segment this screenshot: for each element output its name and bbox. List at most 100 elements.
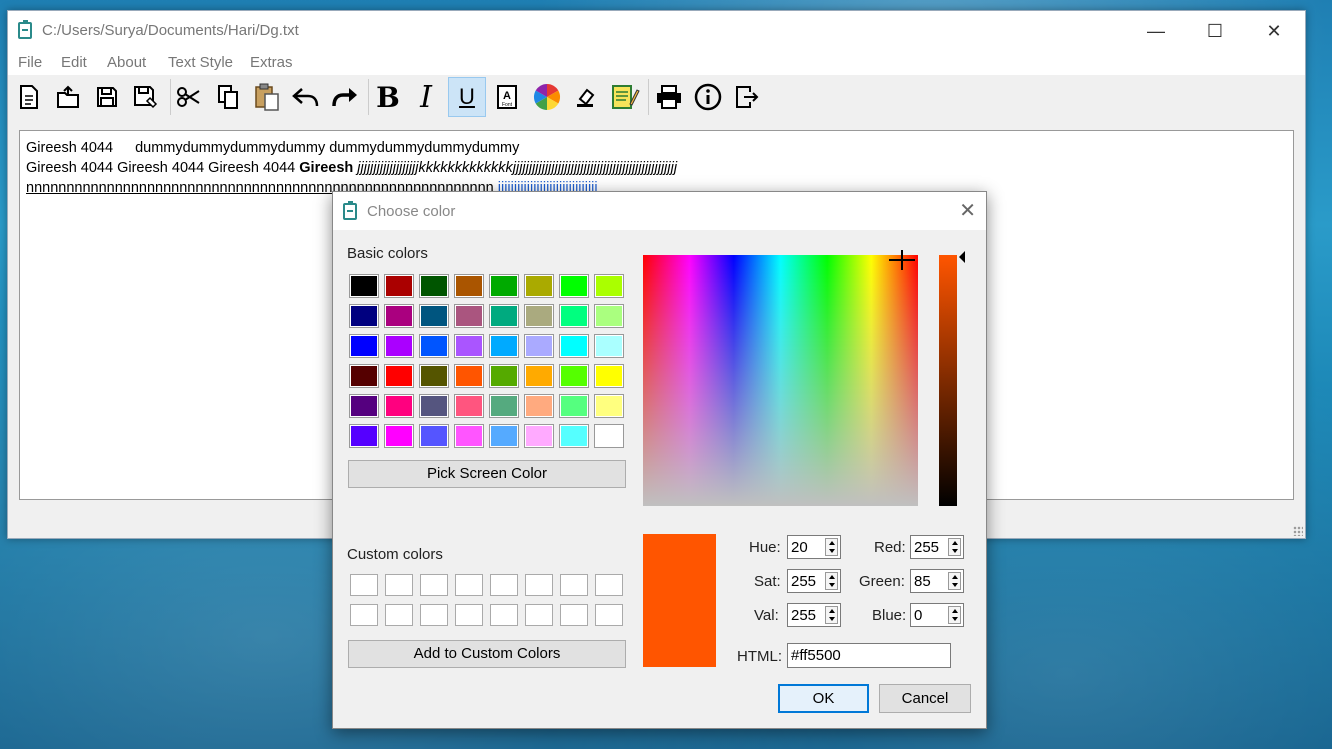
basic-color-swatch[interactable] bbox=[419, 394, 449, 418]
spin-arrows-icon[interactable] bbox=[825, 572, 838, 590]
custom-color-swatch[interactable] bbox=[525, 574, 553, 596]
basic-color-swatch[interactable] bbox=[559, 334, 589, 358]
window-titlebar[interactable]: C:/Users/Surya/Documents/Hari/Dg.txt — ☐… bbox=[8, 11, 1305, 51]
basic-color-swatch[interactable] bbox=[524, 424, 554, 448]
menu-edit[interactable]: Edit bbox=[61, 54, 87, 71]
menu-extras[interactable]: Extras bbox=[250, 54, 293, 71]
basic-color-swatch[interactable] bbox=[559, 274, 589, 298]
basic-color-swatch[interactable] bbox=[489, 304, 519, 328]
basic-color-swatch[interactable] bbox=[594, 364, 624, 388]
basic-color-swatch[interactable] bbox=[419, 274, 449, 298]
color-wheel-icon[interactable] bbox=[531, 81, 563, 113]
basic-color-swatch[interactable] bbox=[559, 394, 589, 418]
basic-color-swatch[interactable] bbox=[489, 274, 519, 298]
custom-color-swatch[interactable] bbox=[350, 574, 378, 596]
custom-color-swatch[interactable] bbox=[525, 604, 553, 626]
basic-color-swatch[interactable] bbox=[349, 274, 379, 298]
custom-color-swatch[interactable] bbox=[595, 574, 623, 596]
basic-color-swatch[interactable] bbox=[524, 364, 554, 388]
custom-color-swatch[interactable] bbox=[420, 604, 448, 626]
sat-spinbox[interactable]: 255 bbox=[787, 569, 841, 593]
maximize-button[interactable]: ☐ bbox=[1186, 11, 1244, 51]
add-custom-colors-button[interactable]: Add to Custom Colors bbox=[348, 640, 626, 668]
custom-color-swatch[interactable] bbox=[560, 604, 588, 626]
green-spinbox[interactable]: 85 bbox=[910, 569, 964, 593]
basic-color-swatch[interactable] bbox=[524, 274, 554, 298]
paste-icon[interactable] bbox=[251, 81, 283, 113]
copy-icon[interactable] bbox=[212, 81, 244, 113]
basic-color-swatch[interactable] bbox=[594, 424, 624, 448]
basic-color-swatch[interactable] bbox=[489, 394, 519, 418]
save-icon[interactable] bbox=[91, 81, 123, 113]
custom-color-swatch[interactable] bbox=[420, 574, 448, 596]
basic-color-swatch[interactable] bbox=[594, 394, 624, 418]
hue-spinbox[interactable]: 20 bbox=[787, 535, 841, 559]
red-spinbox[interactable]: 255 bbox=[910, 535, 964, 559]
blue-spinbox[interactable]: 0 bbox=[910, 603, 964, 627]
basic-color-swatch[interactable] bbox=[594, 274, 624, 298]
basic-color-swatch[interactable] bbox=[559, 424, 589, 448]
menu-file[interactable]: File bbox=[18, 54, 42, 71]
basic-color-swatch[interactable] bbox=[419, 364, 449, 388]
basic-color-swatch[interactable] bbox=[524, 334, 554, 358]
custom-color-swatch[interactable] bbox=[385, 574, 413, 596]
dialog-titlebar[interactable]: Choose color ✕ bbox=[333, 192, 986, 230]
resize-grip[interactable] bbox=[1293, 526, 1303, 536]
custom-color-swatch[interactable] bbox=[490, 604, 518, 626]
notes-pencil-icon[interactable] bbox=[609, 81, 641, 113]
print-icon[interactable] bbox=[653, 81, 685, 113]
basic-color-swatch[interactable] bbox=[454, 334, 484, 358]
basic-color-swatch[interactable] bbox=[384, 364, 414, 388]
basic-color-swatch[interactable] bbox=[594, 334, 624, 358]
basic-color-swatch[interactable] bbox=[454, 394, 484, 418]
custom-color-swatch[interactable] bbox=[385, 604, 413, 626]
ok-button[interactable]: OK bbox=[778, 684, 869, 713]
undo-icon[interactable] bbox=[290, 81, 322, 113]
pick-screen-color-button[interactable]: Pick Screen Color bbox=[348, 460, 626, 488]
highlight-icon[interactable] bbox=[570, 81, 602, 113]
basic-color-swatch[interactable] bbox=[524, 394, 554, 418]
exit-icon[interactable] bbox=[731, 81, 763, 113]
basic-color-swatch[interactable] bbox=[559, 364, 589, 388]
custom-color-swatch[interactable] bbox=[560, 574, 588, 596]
basic-color-swatch[interactable] bbox=[349, 424, 379, 448]
value-slider[interactable] bbox=[939, 255, 957, 506]
basic-color-swatch[interactable] bbox=[349, 364, 379, 388]
basic-color-swatch[interactable] bbox=[454, 424, 484, 448]
italic-button[interactable]: I bbox=[410, 80, 442, 115]
basic-color-swatch[interactable] bbox=[349, 334, 379, 358]
close-button[interactable]: ✕ bbox=[1245, 11, 1303, 51]
basic-color-swatch[interactable] bbox=[384, 334, 414, 358]
info-icon[interactable] bbox=[692, 81, 724, 113]
basic-color-swatch[interactable] bbox=[349, 304, 379, 328]
spin-arrows-icon[interactable] bbox=[825, 538, 838, 556]
val-spinbox[interactable]: 255 bbox=[787, 603, 841, 627]
custom-color-swatch[interactable] bbox=[455, 574, 483, 596]
basic-color-swatch[interactable] bbox=[349, 394, 379, 418]
basic-color-swatch[interactable] bbox=[384, 394, 414, 418]
custom-color-swatch[interactable] bbox=[350, 604, 378, 626]
basic-color-swatch[interactable] bbox=[454, 274, 484, 298]
spin-arrows-icon[interactable] bbox=[948, 606, 961, 624]
basic-color-swatch[interactable] bbox=[419, 304, 449, 328]
dialog-close-button[interactable]: ✕ bbox=[959, 198, 976, 223]
basic-color-swatch[interactable] bbox=[594, 304, 624, 328]
open-folder-icon[interactable] bbox=[52, 81, 84, 113]
basic-color-swatch[interactable] bbox=[489, 364, 519, 388]
basic-color-swatch[interactable] bbox=[384, 424, 414, 448]
custom-color-swatch[interactable] bbox=[490, 574, 518, 596]
spin-arrows-icon[interactable] bbox=[948, 538, 961, 556]
basic-color-swatch[interactable] bbox=[454, 304, 484, 328]
basic-color-swatch[interactable] bbox=[489, 424, 519, 448]
basic-color-swatch[interactable] bbox=[559, 304, 589, 328]
minimize-button[interactable]: — bbox=[1127, 11, 1185, 51]
basic-color-swatch[interactable] bbox=[384, 304, 414, 328]
font-icon[interactable]: A Font bbox=[491, 81, 523, 113]
basic-color-swatch[interactable] bbox=[524, 304, 554, 328]
bold-button[interactable]: B bbox=[372, 81, 404, 114]
spin-arrows-icon[interactable] bbox=[948, 572, 961, 590]
basic-color-swatch[interactable] bbox=[454, 364, 484, 388]
new-file-icon[interactable] bbox=[13, 81, 45, 113]
menu-text-style[interactable]: Text Style bbox=[168, 54, 233, 71]
cancel-button[interactable]: Cancel bbox=[879, 684, 971, 713]
